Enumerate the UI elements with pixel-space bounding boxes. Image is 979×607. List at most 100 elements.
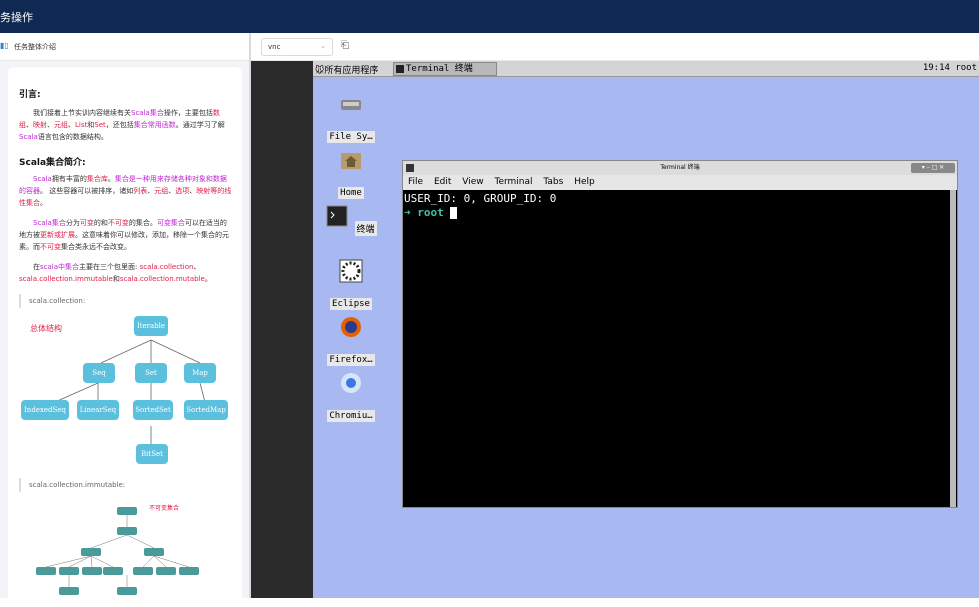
text-run: Scala集合 [33, 219, 66, 227]
drive-icon [341, 100, 361, 110]
text-run: 可变 [79, 219, 94, 227]
remote-desktop[interactable]: 🐭所有应用程序 Terminal 终端 19:14 root File Sy… … [313, 61, 979, 598]
text-run: 。 这些容器可以被排序，诸如 [40, 187, 134, 195]
text-run: 拥有丰富的 [51, 175, 87, 183]
tree-connectors [45, 339, 207, 448]
node-seq: Seq [83, 363, 115, 383]
text-run: 分为 [65, 219, 80, 227]
node-map: Map [184, 363, 216, 383]
text-run: 更新或扩展 [40, 231, 75, 239]
mini-node [144, 548, 164, 556]
menu-tabs[interactable]: Tabs [543, 177, 563, 187]
menu-help[interactable]: Help [574, 177, 595, 187]
prompt-arrow: ➜ [404, 206, 411, 219]
brief-heading: Scala集合简介: [19, 158, 86, 168]
text-run: 我们接着上节实训内容继续有关 [33, 109, 131, 117]
share-icon[interactable]: ⎗ [341, 40, 349, 51]
chevron-down-icon: ⌄ [320, 42, 326, 50]
eclipse-icon [339, 259, 363, 283]
window-controls[interactable]: ▾ – □ ✕ [911, 163, 955, 173]
text-run: 主要在三个包里面: [79, 263, 140, 271]
text-run: 的集合。 [128, 219, 157, 227]
mini-node [81, 548, 101, 556]
quote-immutable: scala.collection.immutable: [19, 478, 233, 492]
text-run: 元组 [54, 121, 68, 129]
text-run: 。通过学习了解 [175, 121, 225, 129]
brief-paragraph-3: 在scala中集合主要在三个包里面: scala.collection、 scal… [19, 261, 233, 285]
document-card: 引言: 我们接着上节实训内容继续有关Scala集合操作，主要包括数组、映射、元组… [8, 67, 242, 607]
clock: 19:14 root [922, 63, 977, 73]
menu-view[interactable]: View [462, 177, 483, 187]
menu-terminal[interactable]: Terminal [494, 177, 532, 187]
mini-node [117, 527, 137, 535]
brief-paragraph-2: Scala集合分为可变的和不可变的集合。可变集合可以在适当的地方被更新或扩展。这… [19, 217, 233, 253]
left-panel: 引言: 我们接着上节实训内容继续有关Scala集合操作，主要包括数组、映射、元组… [0, 61, 249, 607]
terminal-scrollbar[interactable] [950, 190, 956, 507]
text-run: Scala [19, 133, 38, 141]
node-iterable: Iterable [134, 316, 168, 336]
immutable-diagram: 不可变集合 [16, 497, 234, 595]
taskbar-terminal[interactable]: Terminal 终端 [393, 62, 497, 76]
node-indexedseq: IndexedSeq [21, 400, 69, 420]
mini-node [133, 567, 153, 575]
menu-file[interactable]: File [408, 177, 423, 187]
desktop-icon-eclipse[interactable]: Eclipse [325, 259, 377, 310]
mini-node [36, 567, 56, 575]
desktop-icon-chromium[interactable]: Chromiu… [325, 371, 377, 422]
intro-paragraph: 我们接着上节实训内容继续有关Scala集合操作，主要包括数组、映射、元组、Lis… [19, 107, 233, 143]
node-sortedmap: SortedMap [184, 400, 228, 420]
text-run: 集合常用函数 [133, 121, 176, 129]
text-run: 在 [33, 263, 40, 271]
text-run: 、 [26, 121, 33, 129]
terminal-output[interactable]: USER_ID: 0, GROUP_ID: 0 ➜ root [403, 190, 949, 507]
node-linearseq: LinearSeq [77, 400, 119, 420]
text-run: 列表 [133, 187, 148, 195]
terminal-window[interactable]: Terminal 终端 ▾ – □ ✕ File Edit View Termi… [402, 160, 958, 508]
text-run: 选项 [175, 187, 190, 195]
select-value: vnc [268, 43, 281, 51]
text-run: 和 [112, 275, 120, 283]
page-title: 务操作 [0, 11, 33, 24]
text-run: 集合类永远不会改变。 [61, 243, 131, 251]
text-run: Scala [33, 175, 52, 183]
top-bar: 务操作 [0, 0, 979, 33]
terminal-titlebar[interactable]: Terminal 终端 ▾ – □ ✕ [403, 161, 957, 175]
task-intro-label[interactable]: 任务整体介绍 [14, 42, 56, 52]
connection-select[interactable]: vnc ⌄ [261, 38, 333, 56]
text-run: 语言包含的数据结构。 [37, 133, 108, 141]
text-run: 可变集合 [156, 219, 185, 227]
firefox-icon [341, 317, 361, 337]
text-run: 。 [204, 275, 212, 283]
mini-node [179, 567, 199, 575]
mini-node [103, 567, 123, 575]
text-run: 。 [40, 199, 47, 207]
desktop-icon-terminal[interactable]: 终端 [325, 204, 377, 236]
desktop-icon-home[interactable]: Home [325, 148, 377, 199]
terminal-prompt: ➜ root [404, 206, 948, 220]
text-run: Scala集合 [131, 109, 164, 117]
desktop-icon-firefox[interactable]: Firefox… [325, 315, 377, 366]
home-folder-icon [341, 153, 361, 169]
mouse-icon: 🐭 [315, 66, 325, 76]
terminal-app-icon [326, 205, 348, 227]
menu-edit[interactable]: Edit [434, 177, 451, 187]
text-run: 、 [193, 263, 201, 271]
text-run: 、 [68, 121, 75, 129]
chart-icon: ▮▯ [0, 41, 9, 50]
node-set: Set [135, 363, 167, 383]
text-run: 映射 [33, 121, 47, 129]
text-cursor [450, 207, 458, 219]
node-bitset: BitSet [136, 444, 168, 464]
chromium-icon [341, 373, 361, 393]
text-run: List [75, 121, 88, 129]
text-run: scala.collection [139, 263, 194, 271]
desktop-icon-filesystem[interactable]: File Sy… [325, 92, 377, 143]
brief-paragraph-1: Scala拥有丰富的集合库。集合是一种用来存储各种对象和数据的容器。 这些容器可… [19, 173, 233, 209]
applications-menu[interactable]: 🐭所有应用程序 [315, 63, 378, 76]
desktop-panel: 🐭所有应用程序 Terminal 终端 19:14 root [313, 61, 979, 77]
text-run: 操作，主要包括 [163, 109, 213, 117]
vnc-viewport[interactable]: 🐭所有应用程序 Terminal 终端 19:14 root File Sy… … [251, 61, 979, 598]
text-run: 、 [47, 121, 54, 129]
node-sortedset: SortedSet [133, 400, 173, 420]
text-run: 集合库 [86, 175, 108, 183]
